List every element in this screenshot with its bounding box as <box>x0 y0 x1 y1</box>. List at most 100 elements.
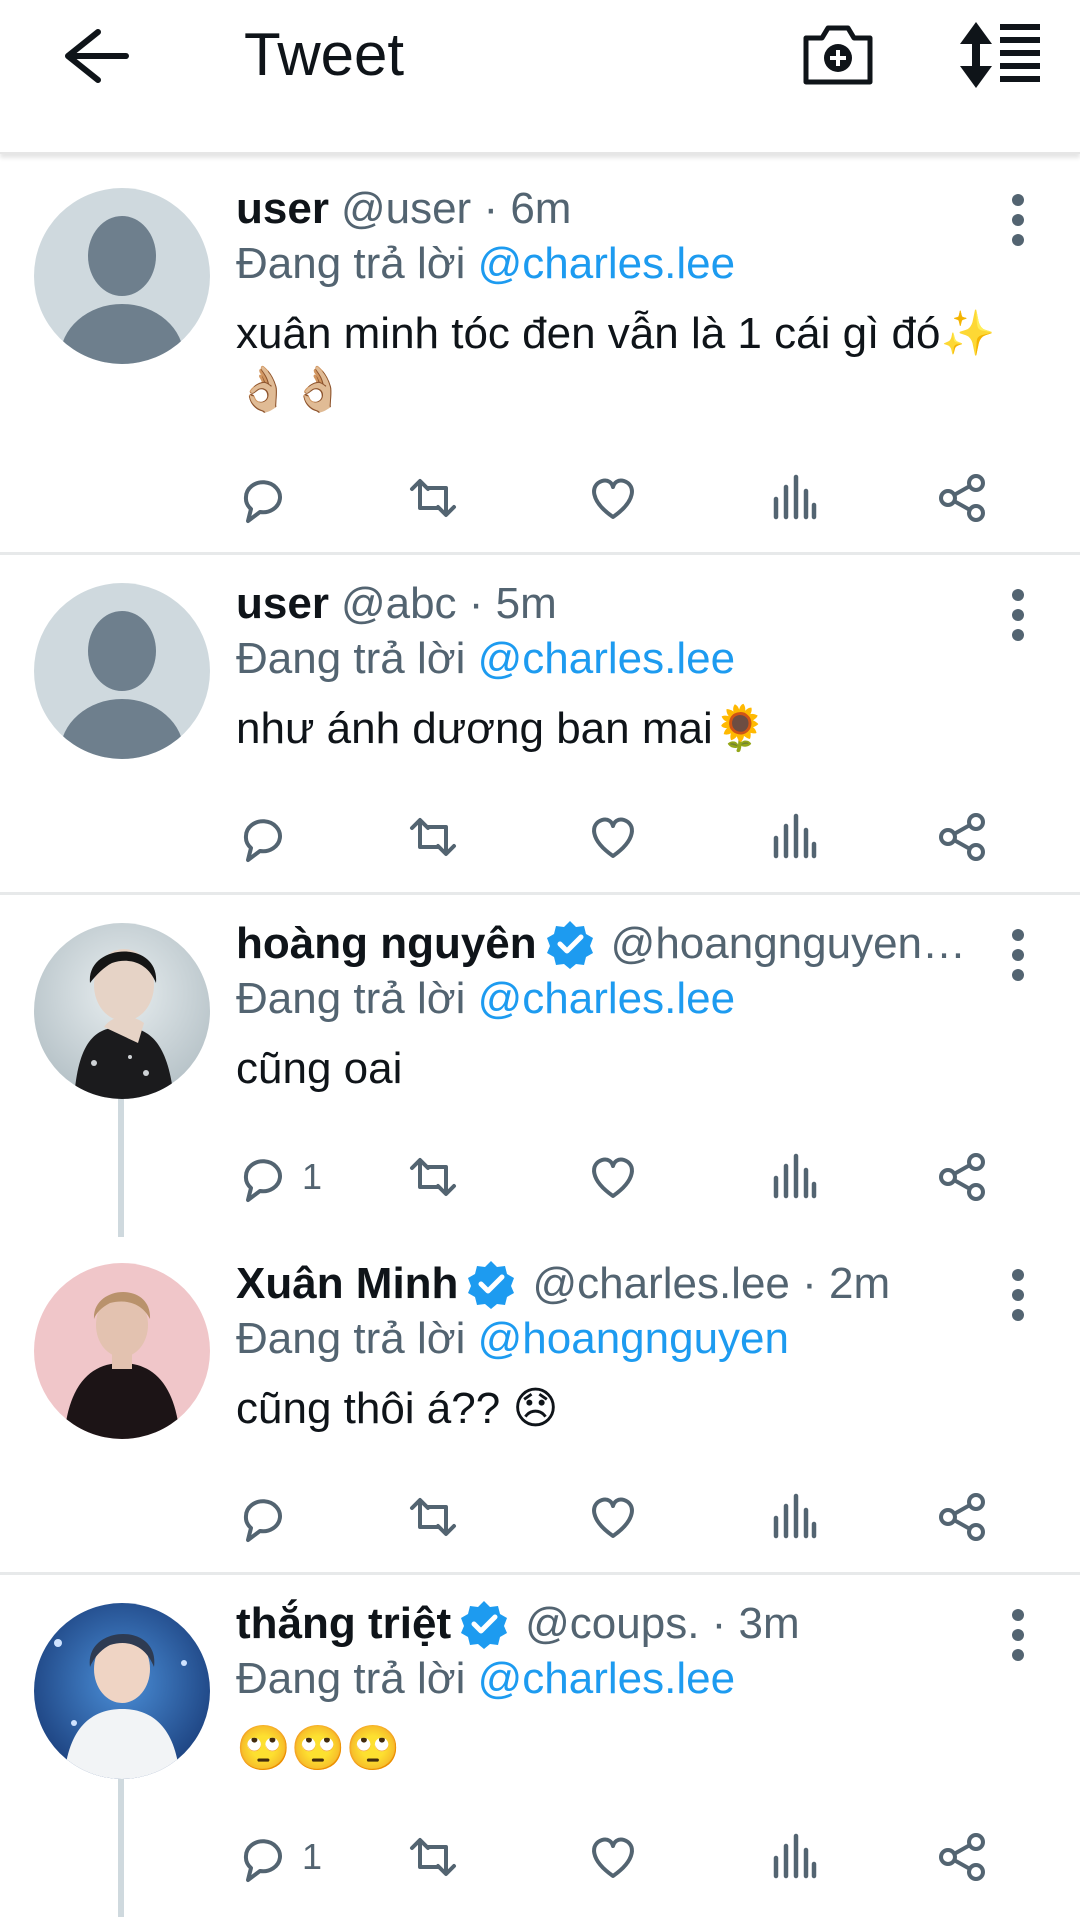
replying-mention[interactable]: @charles.lee <box>478 239 735 288</box>
author-row: Xuân Minh @charles.lee · 2m <box>236 1257 1010 1311</box>
author-handle-time: @hoangnguyen… <box>610 919 967 968</box>
avatar[interactable] <box>34 1603 210 1779</box>
tweet-item[interactable]: hoàng nguyên @hoangnguyen… Đang trả lời … <box>0 897 1080 1237</box>
verified-badge-icon <box>468 1261 515 1309</box>
bar-chart-icon <box>773 474 817 520</box>
tweet-actions <box>236 807 1010 867</box>
reply-button[interactable] <box>236 1487 302 1547</box>
analytics-button[interactable] <box>766 1147 820 1207</box>
replying-mention[interactable]: @hoangnguyen <box>478 1314 789 1363</box>
avatar[interactable] <box>34 583 210 759</box>
heart-icon <box>592 1157 634 1198</box>
like-button[interactable] <box>586 1487 640 1547</box>
tweet-content: Xuân Minh @charles.lee · 2m Đang trả lời… <box>236 1257 1010 1437</box>
author-handle-time: @charles.lee · 2m <box>532 1259 891 1308</box>
like-button[interactable] <box>586 1147 640 1207</box>
analytics-button[interactable] <box>766 807 820 867</box>
avatar[interactable] <box>34 1263 210 1439</box>
reply-button[interactable] <box>236 807 302 867</box>
tweet-actions <box>236 1487 1010 1547</box>
sort-list-icon[interactable] <box>956 20 1042 90</box>
reply-button[interactable]: 1 <box>236 1147 322 1207</box>
replying-prefix: Đang trả lời <box>236 1654 466 1703</box>
thread-connector <box>118 1777 124 1917</box>
author-handle-time: @user · 6m <box>340 184 572 233</box>
share-button[interactable] <box>936 807 990 867</box>
like-button[interactable] <box>586 1827 640 1887</box>
tweet-content: user @user · 6m Đang trả lời @charles.le… <box>236 182 1010 418</box>
analytics-button[interactable] <box>766 1487 820 1547</box>
thread-connector <box>118 1097 124 1237</box>
share-icon <box>939 474 985 522</box>
author-handle-time: @abc · 5m <box>340 579 557 628</box>
reply-button[interactable]: 1 <box>236 1827 322 1887</box>
share-icon <box>939 1493 985 1541</box>
bar-chart-icon <box>773 1153 817 1199</box>
retweet-icon <box>410 1498 456 1536</box>
reply-icon <box>243 1499 282 1542</box>
author-name[interactable]: hoàng nguyên <box>236 917 537 971</box>
reply-count: 1 <box>302 1836 323 1877</box>
share-icon <box>939 813 985 861</box>
author-row: user @abc · 5m <box>236 577 1010 631</box>
author-row: hoàng nguyên @hoangnguyen… <box>236 917 1010 971</box>
tweet-content: user @abc · 5m Đang trả lời @charles.lee… <box>236 577 1010 757</box>
more-options-icon[interactable] <box>998 190 1038 250</box>
tweet-text: cũng thôi á?? 😞 <box>236 1384 559 1433</box>
replying-mention[interactable]: @charles.lee <box>478 1654 735 1703</box>
heart-icon <box>592 1837 634 1878</box>
more-options-icon[interactable] <box>998 585 1038 645</box>
replying-mention[interactable]: @charles.lee <box>478 974 735 1023</box>
share-button[interactable] <box>936 1147 990 1207</box>
analytics-button[interactable] <box>766 468 820 528</box>
author-handle-time: @coups. · 3m <box>525 1599 800 1648</box>
tweet-item[interactable]: Xuân Minh @charles.lee · 2m Đang trả lời… <box>0 1237 1080 1575</box>
retweet-icon <box>410 1838 456 1876</box>
reply-button[interactable] <box>236 468 302 528</box>
retweet-button[interactable] <box>406 1827 460 1887</box>
author-row: user @user · 6m <box>236 182 1010 236</box>
tweet-content: thắng triệt @coups. · 3m Đang trả lời @c… <box>236 1597 1010 1777</box>
share-button[interactable] <box>936 1827 990 1887</box>
share-icon <box>939 1833 985 1881</box>
arrow-left-icon[interactable] <box>56 24 136 88</box>
heart-icon <box>592 1497 634 1538</box>
share-button[interactable] <box>936 468 990 528</box>
replying-prefix: Đang trả lời <box>236 239 466 288</box>
retweet-icon <box>410 818 456 856</box>
replying-to: Đang trả lời @hoangnguyen <box>236 1311 1010 1367</box>
reply-icon <box>243 1839 282 1882</box>
camera-plus-icon[interactable] <box>800 18 876 90</box>
avatar[interactable] <box>34 188 210 364</box>
bar-chart-icon <box>773 1493 817 1539</box>
more-options-icon[interactable] <box>998 1605 1038 1665</box>
retweet-button[interactable] <box>406 807 460 867</box>
tweet-actions: 1 <box>236 1147 1010 1207</box>
replying-prefix: Đang trả lời <box>236 1314 466 1363</box>
author-name[interactable]: thắng triệt <box>236 1597 451 1651</box>
page-title: Tweet <box>244 21 405 88</box>
retweet-button[interactable] <box>406 468 460 528</box>
bar-chart-icon <box>773 1833 817 1879</box>
more-options-icon[interactable] <box>998 1265 1038 1325</box>
replying-mention[interactable]: @charles.lee <box>478 634 735 683</box>
author-name[interactable]: Xuân Minh <box>236 1257 458 1311</box>
replying-to: Đang trả lời @charles.lee <box>236 631 1010 687</box>
tweet-actions: 1 <box>236 1827 1010 1887</box>
like-button[interactable] <box>586 468 640 528</box>
more-options-icon[interactable] <box>998 925 1038 985</box>
share-button[interactable] <box>936 1487 990 1547</box>
replying-to: Đang trả lời @charles.lee <box>236 236 1010 292</box>
tweet-item[interactable]: user @abc · 5m Đang trả lời @charles.lee… <box>0 557 1080 895</box>
tweet-item[interactable]: user @user · 6m Đang trả lời @charles.le… <box>0 162 1080 555</box>
author-name[interactable]: user <box>236 577 329 631</box>
retweet-button[interactable] <box>406 1487 460 1547</box>
retweet-button[interactable] <box>406 1147 460 1207</box>
author-name[interactable]: user <box>236 182 329 236</box>
verified-badge-icon <box>546 921 593 969</box>
tweet-item[interactable]: thắng triệt @coups. · 3m Đang trả lời @c… <box>0 1577 1080 1917</box>
avatar[interactable] <box>34 923 210 1099</box>
analytics-button[interactable] <box>766 1827 820 1887</box>
reply-icon <box>243 480 282 523</box>
like-button[interactable] <box>586 807 640 867</box>
